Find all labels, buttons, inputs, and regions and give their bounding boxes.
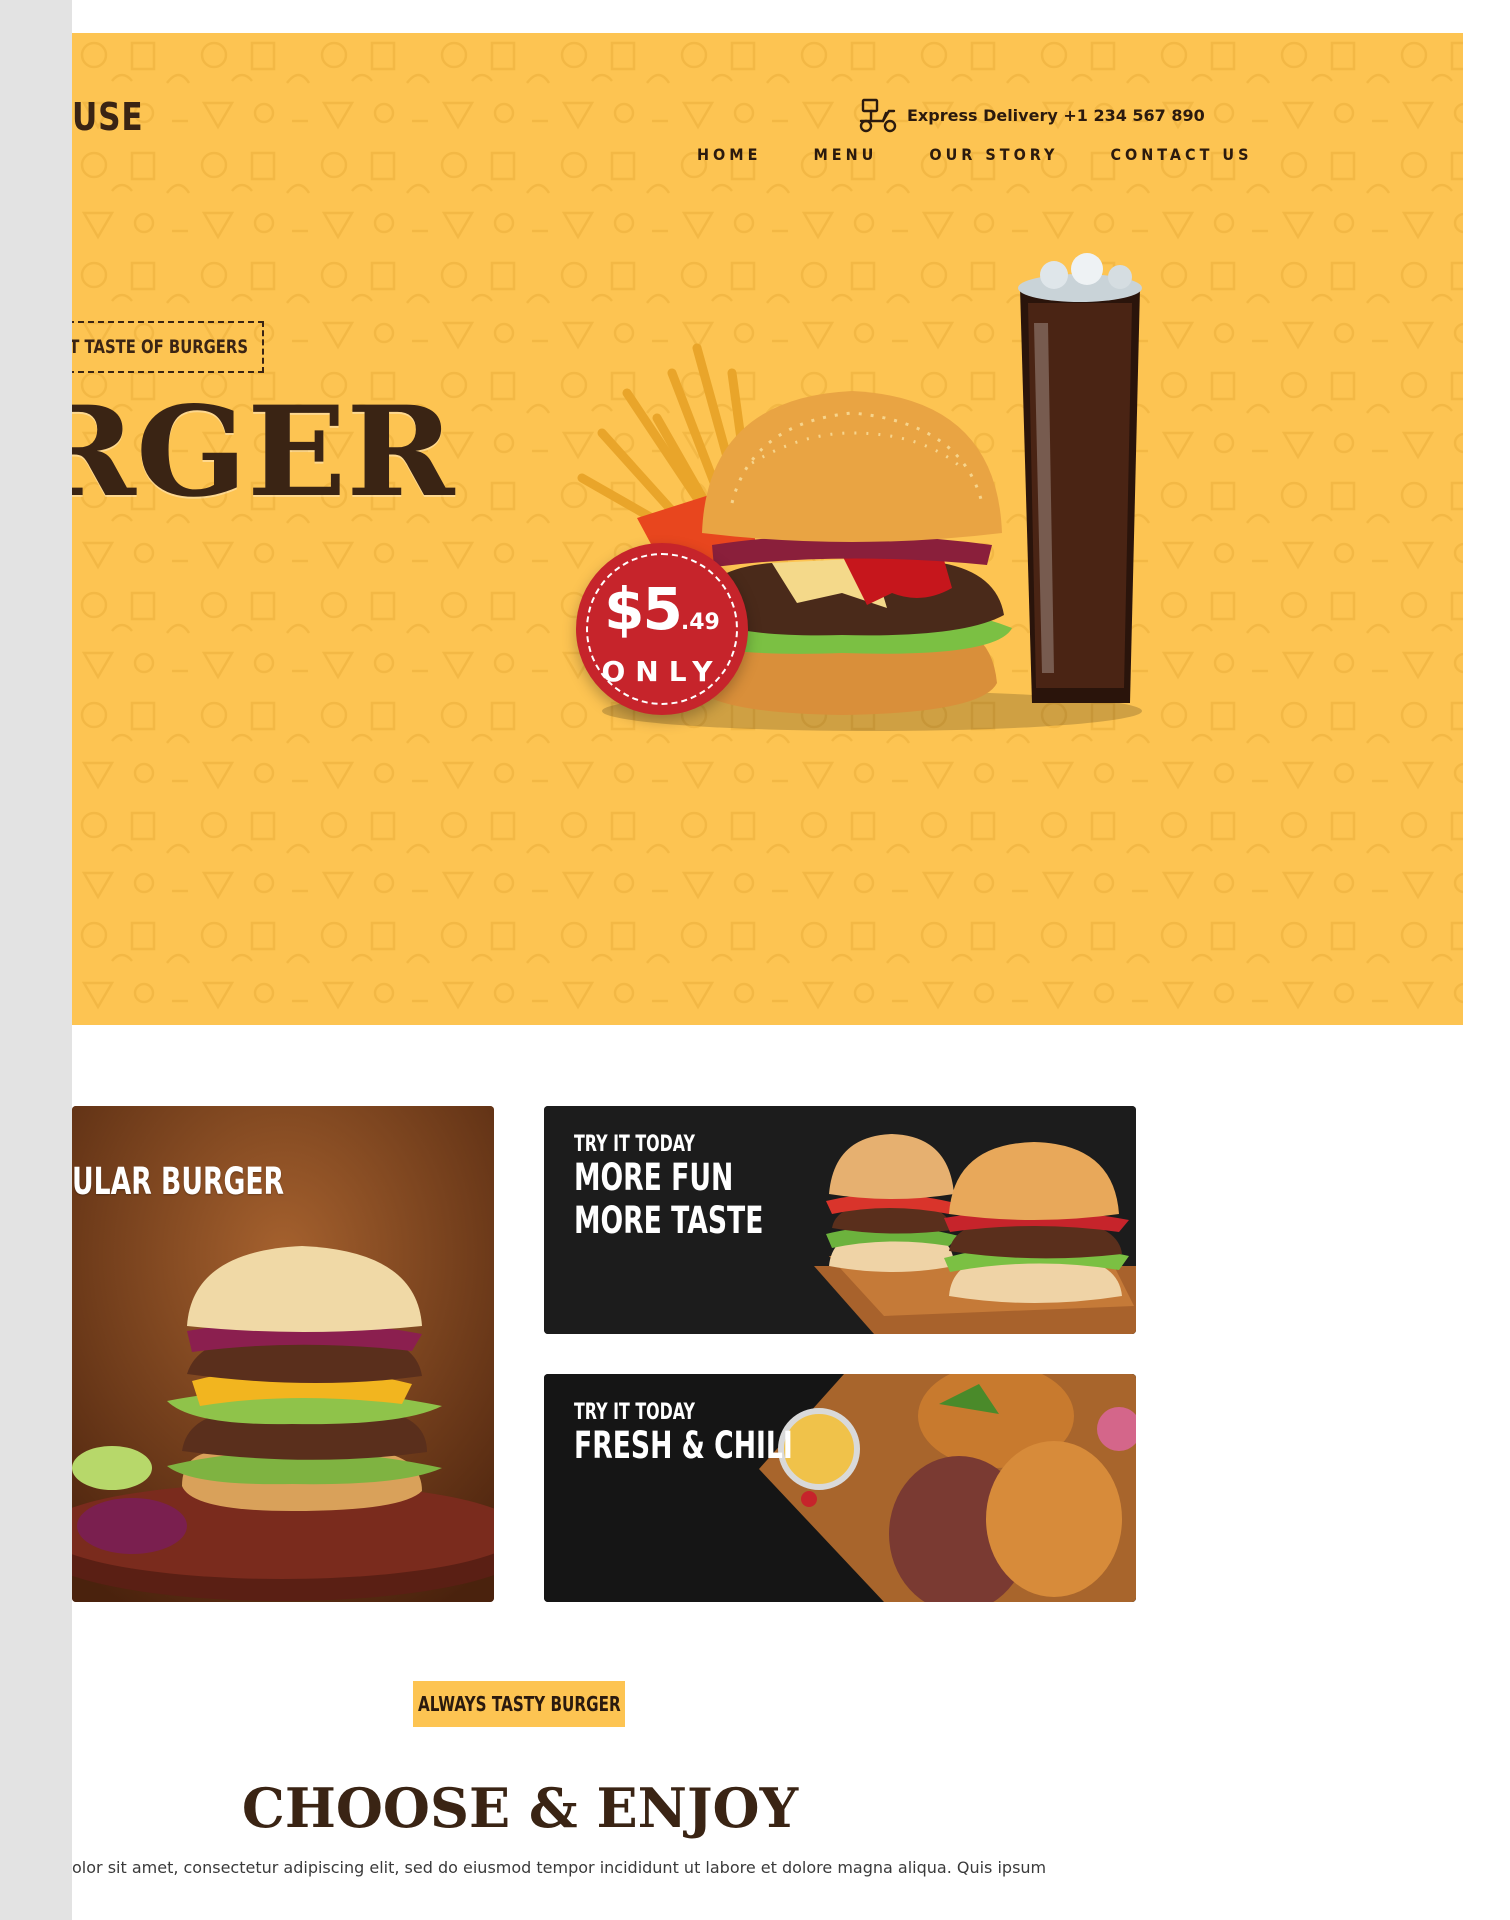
nav-home[interactable]: HOME	[697, 145, 761, 164]
left-gutter	[0, 0, 72, 1920]
more-fun-line-1: MORE FUN	[574, 1156, 734, 1199]
section-badge-text: ALWAYS TASTY BURGER	[417, 1692, 621, 1716]
fresh-chili-title: FRESH & CHILI	[574, 1424, 793, 1467]
hero-tagline-text: REAT TASTE OF BURGERS	[72, 336, 248, 358]
promo-card-popular-burger[interactable]: ULAR BURGER	[72, 1106, 494, 1602]
section-description: olor sit amet, consectetur adipiscing el…	[72, 1858, 1047, 1877]
more-fun-kicker: TRY IT TODAY	[574, 1132, 695, 1157]
soda-glass-image	[1018, 253, 1142, 703]
promo-card-fresh-chili[interactable]: TRY IT TODAY FRESH & CHILI	[544, 1374, 1136, 1602]
fresh-chili-kicker: TRY IT TODAY	[574, 1400, 695, 1425]
hero-title: RGER	[72, 380, 455, 525]
site-logo[interactable]: USE	[72, 95, 143, 139]
price-only-label: ONLY	[601, 655, 723, 688]
price-amount: $5.49	[576, 575, 748, 643]
popular-burger-title: ULAR BURGER	[72, 1160, 285, 1203]
more-fun-line-2: MORE TASTE	[574, 1199, 764, 1242]
hero-tagline: REAT TASTE OF BURGERS	[72, 321, 264, 373]
express-delivery[interactable]: Express Delivery +1 234 567 890	[857, 95, 1205, 135]
nav-contact-us[interactable]: CONTACT US	[1110, 145, 1252, 164]
price-dollars: $5	[604, 575, 683, 643]
nav-menu[interactable]: MENU	[813, 145, 877, 164]
main-nav: HOME MENU OUR STORY CONTACT US	[697, 145, 1304, 164]
section-title: CHOOSE & ENJOY	[241, 1776, 799, 1840]
price-cents: .49	[680, 610, 720, 635]
price-badge: $5.49 ONLY	[576, 543, 748, 715]
delivery-phone-text: Express Delivery +1 234 567 890	[907, 105, 1205, 125]
nav-our-story[interactable]: OUR STORY	[929, 145, 1058, 164]
hero-banner: USE Express Delivery +1 234 567 890 HOME…	[72, 33, 1463, 1025]
promo-card-more-fun[interactable]: TRY IT TODAY MORE FUN MORE TASTE	[544, 1106, 1136, 1334]
delivery-scooter-icon	[859, 98, 897, 133]
section-badge: ALWAYS TASTY BURGER	[413, 1681, 625, 1727]
